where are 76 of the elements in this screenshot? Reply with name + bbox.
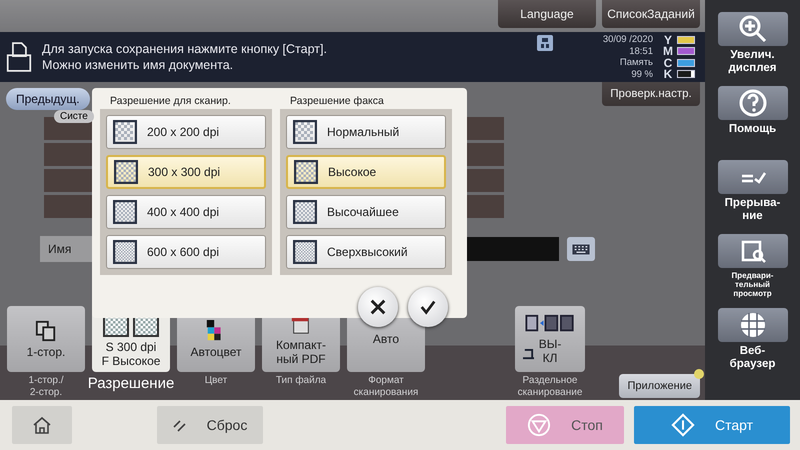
toner-gauge — [677, 70, 695, 78]
side-key-label: Помощь — [728, 123, 776, 136]
function-caption: Раздельное сканирование — [518, 375, 582, 399]
option-button[interactable]: 400 x 400 dpi — [106, 195, 266, 229]
checkerboard-icon — [113, 240, 137, 264]
checkerboard-icon — [293, 200, 317, 224]
function-caption: Разрешение — [88, 375, 174, 393]
function-caption: Формат сканирования — [354, 375, 418, 399]
function-caption: Цвет — [204, 375, 228, 387]
stop-icon — [527, 413, 552, 437]
side-key[interactable] — [718, 234, 788, 268]
toner-letter: K — [663, 67, 673, 82]
side-key-label: Увелич. дисплея — [728, 49, 776, 75]
tab[interactable]: Систе — [54, 110, 94, 123]
home-icon — [32, 415, 52, 435]
keyboard-icon — [572, 244, 590, 254]
function-caption: Тип файла — [276, 375, 326, 387]
reset-button[interactable]: Сброс — [157, 406, 263, 444]
toner-letter: Y — [663, 32, 672, 47]
memory-label: Память — [620, 57, 653, 68]
side-key-label: Веб- браузер — [730, 345, 776, 371]
check-icon — [419, 298, 437, 316]
close-icon — [369, 298, 387, 316]
option-button[interactable]: 600 x 600 dpi — [106, 235, 266, 269]
help-icon — [738, 88, 768, 118]
start-icon — [670, 413, 695, 437]
side-key[interactable] — [718, 308, 788, 342]
option-button[interactable]: Высочайшее — [286, 195, 446, 229]
home-button[interactable] — [12, 406, 72, 444]
toner-gauge — [677, 58, 695, 67]
checkerboard-icon — [113, 200, 137, 224]
toner-letter: C — [663, 56, 673, 70]
keyboard-button[interactable] — [567, 237, 595, 261]
function-caption: 1-стор./ 2-стор. — [28, 375, 64, 399]
function-key[interactable]: 1-стор. — [7, 306, 85, 372]
top-button[interactable]: Language — [498, 0, 596, 28]
top-button[interactable]: СписокЗаданий — [602, 0, 700, 28]
side-key[interactable] — [718, 86, 788, 120]
checkerboard-icon — [114, 160, 138, 184]
scan-box-icon — [6, 41, 32, 73]
toner-gauge — [677, 47, 695, 56]
pages-icon — [35, 320, 57, 342]
side-key[interactable] — [718, 12, 788, 46]
message-text: Можно изменить имя документа. — [42, 57, 234, 73]
toner-letter: M — [663, 44, 673, 58]
group-title: Разрешение факса — [289, 94, 385, 109]
side-key-label: Предвари- тельный просмотр — [732, 271, 774, 298]
checkerboard-icon — [294, 160, 318, 184]
time-text: 18:51 — [629, 46, 653, 57]
pages-split-icon — [524, 314, 576, 334]
stop-button[interactable]: Стоп — [506, 406, 624, 444]
zoom-icon — [738, 14, 768, 44]
option-button[interactable]: 300 x 300 dpi — [106, 155, 266, 189]
tray-icon — [522, 349, 535, 360]
memory-value: 99 % — [631, 68, 653, 80]
checkerboard-icon — [293, 120, 317, 144]
previous-button[interactable]: Предыдущ. — [6, 88, 90, 110]
status-dot — [694, 369, 704, 379]
checkerboard-icon — [113, 120, 137, 144]
option-button[interactable]: Сверхвысокий — [286, 235, 446, 269]
option-button[interactable]: 200 x 200 dpi — [106, 115, 266, 149]
option-button[interactable]: Высокое — [286, 155, 446, 189]
message-text: Для запуска сохранения нажмите кнопку [Старт]. — [42, 41, 328, 57]
function-key[interactable]: ВЫ- КЛ — [515, 306, 585, 372]
application-button[interactable]: Приложение — [619, 374, 700, 398]
option-button[interactable]: Нормальный — [286, 115, 446, 149]
name-label: Имя — [40, 236, 94, 262]
checkerboard-icon — [293, 240, 317, 264]
slashes-icon — [172, 418, 187, 432]
group-title: Разрешение для сканир. — [109, 94, 232, 109]
check-settings-button[interactable]: Проверк.настр. — [602, 82, 700, 106]
side-key[interactable] — [718, 160, 788, 194]
side-key-label: Прерыва- ние — [724, 197, 780, 223]
start-button[interactable]: Старт — [634, 406, 790, 444]
date-text: 30/09 /2020 — [602, 34, 653, 46]
toner-gauge — [677, 36, 695, 44]
